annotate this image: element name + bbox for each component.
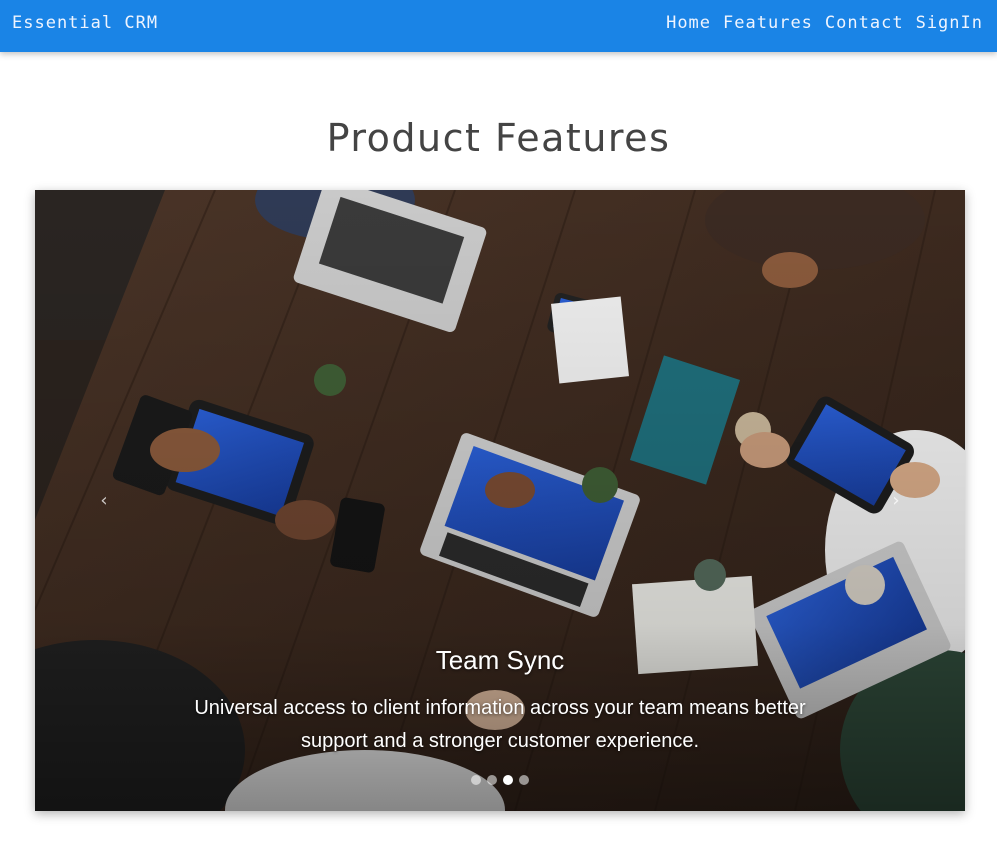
carousel-indicator-3[interactable] [503, 775, 513, 785]
navbar: Essential CRM Home Features Contact Sign… [0, 0, 997, 52]
chevron-right-icon: › [892, 489, 900, 511]
caption-title: Team Sync [435, 645, 565, 675]
carousel-indicator-2[interactable] [487, 775, 497, 785]
feature-carousel: ‹ › Team Sync Universal access to client… [35, 190, 965, 811]
carousel-next-button[interactable]: › [866, 470, 926, 530]
carousel-indicator-4[interactable] [519, 775, 529, 785]
nav-link-signin[interactable]: SignIn [916, 13, 983, 33]
caption-text-line-2: support and a stronger customer experien… [301, 730, 699, 752]
nav-link-home[interactable]: Home [666, 13, 711, 33]
nav-link-features[interactable]: Features [723, 13, 813, 33]
carousel-prev-button[interactable]: ‹ [74, 470, 134, 530]
caption-text-line-1: Universal access to client information a… [194, 697, 806, 719]
carousel-indicators [35, 775, 965, 785]
carousel-caption: Team Sync Universal access to client inf… [150, 645, 850, 758]
chevron-left-icon: ‹ [100, 489, 108, 511]
carousel-indicator-1[interactable] [471, 775, 481, 785]
nav-links: Home Features Contact SignIn [666, 13, 983, 33]
caption-text: Universal access to client information a… [150, 692, 850, 758]
page-title: Product Features [326, 116, 671, 160]
brand-link[interactable]: Essential CRM [12, 13, 158, 33]
nav-link-contact[interactable]: Contact [825, 13, 904, 33]
